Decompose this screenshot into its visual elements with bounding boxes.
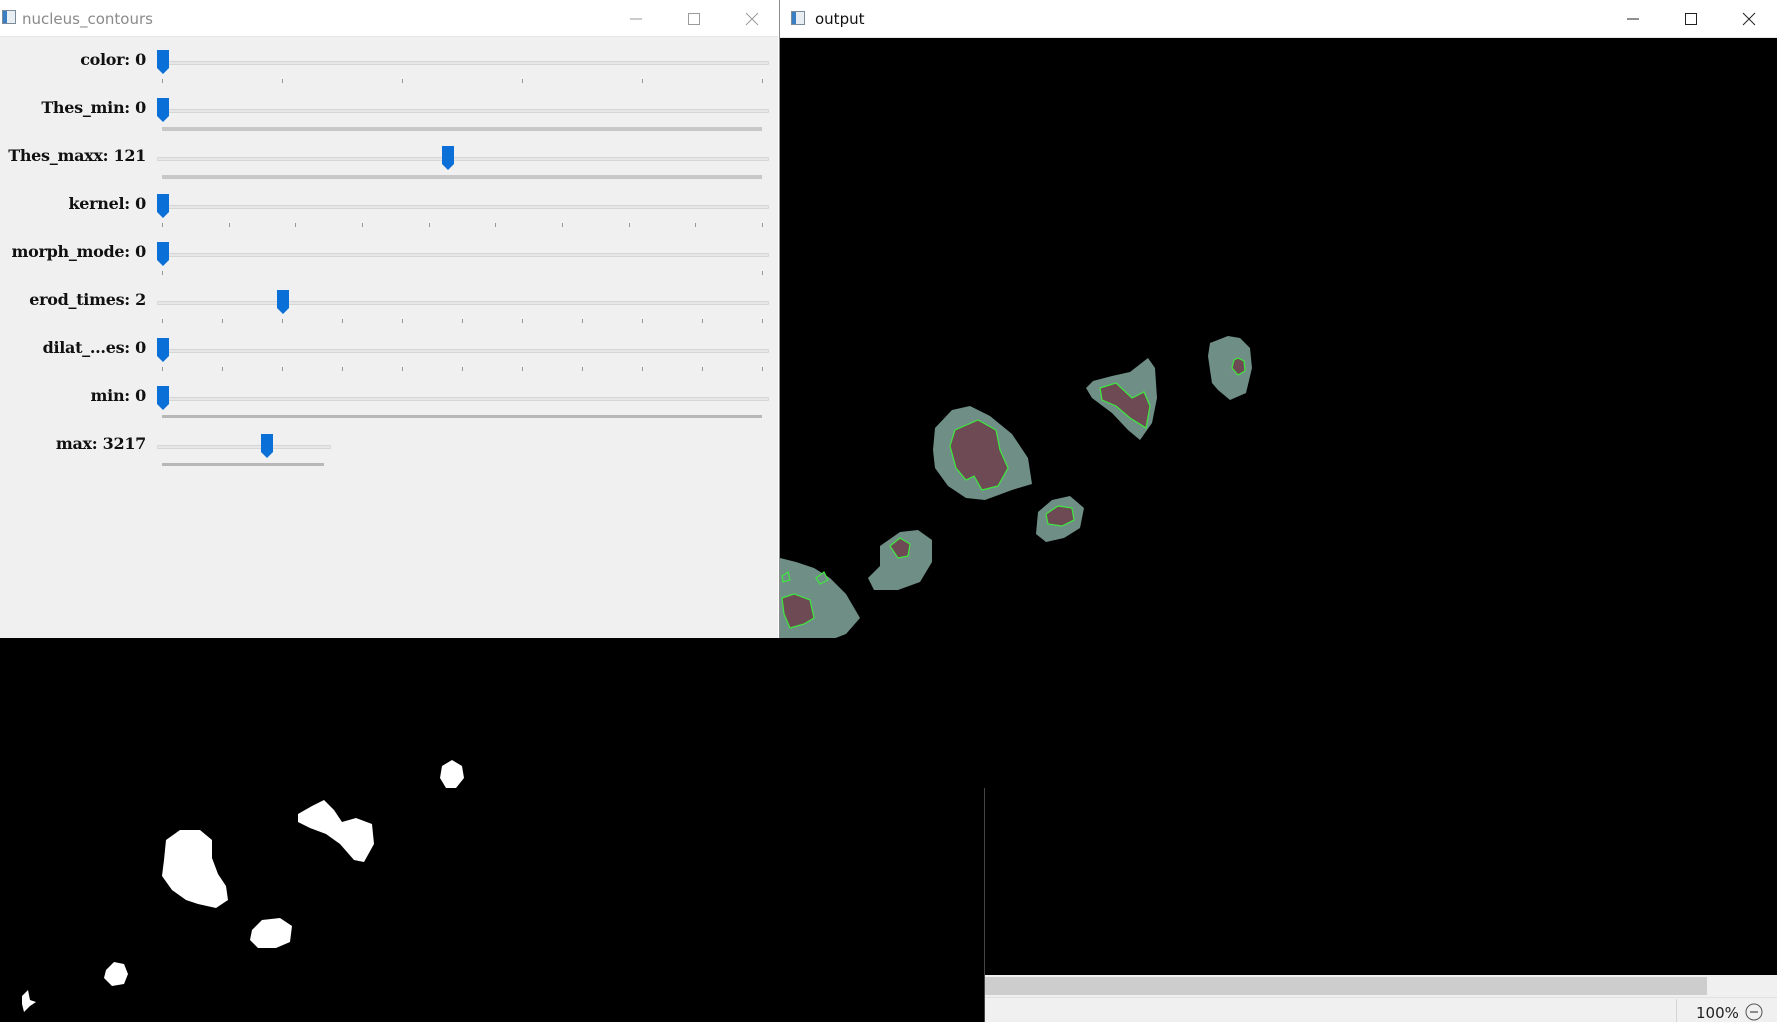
close-icon — [745, 12, 759, 25]
trackbar-label: color: 0 — [80, 50, 146, 69]
trackbar-thumb[interactable] — [260, 433, 274, 459]
trackbar-row: erod_times: 2 — [0, 285, 778, 333]
trackbar-ticks — [162, 79, 763, 83]
trackbar-label: min: 0 — [90, 386, 147, 405]
close-icon — [1742, 12, 1756, 25]
close-button[interactable] — [723, 0, 781, 37]
trackbar-ticks — [162, 367, 763, 371]
trackbar-track[interactable] — [157, 301, 769, 305]
trackbar-thumb[interactable] — [156, 385, 170, 411]
left-window-titlebar[interactable]: nucleus_contours — [0, 0, 778, 37]
trackbar-label: kernel: 0 — [68, 194, 147, 213]
minimize-button[interactable] — [1604, 0, 1662, 37]
trackbar-ticks — [162, 271, 763, 275]
trackbar-thumb[interactable] — [441, 145, 455, 171]
minimize-icon — [1627, 18, 1639, 19]
trackbar-ticks — [162, 127, 762, 131]
mask-image — [0, 638, 984, 1022]
trackbar-label: erod_times: 2 — [29, 290, 146, 309]
trackbar-row: min: 0 — [0, 381, 778, 429]
maximize-button[interactable] — [1662, 0, 1720, 37]
minimize-button[interactable] — [607, 0, 665, 37]
trackbar-thumb[interactable] — [156, 193, 170, 219]
trackbar-track[interactable] — [157, 205, 769, 209]
zoom-out-icon[interactable] — [1745, 1003, 1763, 1021]
trackbar-track[interactable] — [157, 157, 769, 161]
maximize-icon — [1685, 12, 1697, 25]
output-window-titlebar[interactable]: output — [780, 0, 1777, 38]
maximize-icon — [688, 12, 700, 25]
trackbar-row: Thes_maxx: 121 — [0, 141, 778, 189]
app-icon — [2, 10, 16, 24]
trackbar-track[interactable] — [157, 349, 769, 353]
left-window-title: nucleus_contours — [22, 10, 153, 28]
output-window-title: output — [815, 10, 865, 28]
maximize-button[interactable] — [665, 0, 723, 37]
trackbar-ticks — [162, 223, 763, 227]
trackbar-label: morph_mode: 0 — [11, 242, 146, 261]
trackbar-label: Thes_maxx: 121 — [8, 146, 146, 165]
trackbar-panel: color: 0 Thes_min: 0 Thes_maxx: 121 kernel:… — [0, 37, 778, 638]
trackbar-thumb[interactable] — [156, 241, 170, 267]
trackbar-row: dilat_...es: 0 — [0, 333, 778, 381]
trackbar-thumb[interactable] — [156, 337, 170, 363]
trackbar-track[interactable] — [157, 61, 769, 65]
trackbar-label: Thes_min: 0 — [41, 98, 146, 117]
trackbar-label: max: 3217 — [55, 434, 146, 453]
trackbar-track[interactable] — [157, 109, 769, 113]
status-bar — [985, 997, 1777, 1022]
trackbar-thumb[interactable] — [156, 97, 170, 123]
zoom-level: 100% — [1696, 1004, 1739, 1022]
trackbar-row: color: 0 — [0, 45, 778, 93]
app-icon — [791, 11, 805, 25]
trackbar-thumb[interactable] — [156, 49, 170, 75]
trackbar-row: morph_mode: 0 — [0, 237, 778, 285]
status-separator — [1676, 999, 1677, 1022]
horizontal-scrollbar-thumb[interactable] — [985, 977, 1707, 995]
trackbar-track[interactable] — [157, 253, 769, 257]
trackbar-row: kernel: 0 — [0, 189, 778, 237]
trackbar-row: Thes_min: 0 — [0, 93, 778, 141]
close-button[interactable] — [1720, 0, 1777, 37]
trackbar-ticks — [162, 319, 763, 323]
trackbar-track[interactable] — [157, 445, 331, 449]
trackbar-label: dilat_...es: 0 — [42, 338, 147, 357]
trackbar-track[interactable] — [157, 397, 769, 401]
trackbar-ticks — [162, 175, 762, 179]
trackbar-row: max: 3217 — [0, 429, 778, 477]
minimize-icon — [630, 18, 642, 19]
trackbar-thumb[interactable] — [276, 289, 290, 315]
trackbar-ticks — [162, 463, 324, 466]
trackbar-ticks — [162, 415, 762, 418]
